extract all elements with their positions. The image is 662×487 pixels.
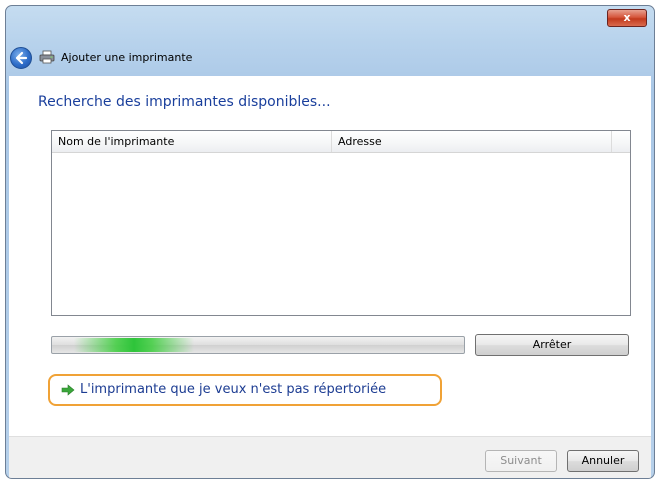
progress-fill: [74, 338, 194, 352]
column-header-filler: [612, 131, 631, 152]
back-button[interactable]: [10, 47, 32, 69]
window-title: Ajouter une imprimante: [61, 51, 193, 64]
printer-icon: [39, 50, 55, 64]
stop-button[interactable]: Arrêter: [475, 334, 629, 356]
printer-not-listed-link[interactable]: L'imprimante que je veux n'est pas réper…: [48, 374, 442, 406]
page-heading: Recherche des imprimantes disponibles...: [38, 94, 331, 110]
printer-not-listed-label[interactable]: L'imprimante que je veux n'est pas réper…: [80, 382, 386, 397]
close-button[interactable]: x: [607, 9, 647, 27]
printer-list[interactable]: Nom de l'imprimante Adresse: [51, 130, 631, 316]
column-header-address[interactable]: Adresse: [332, 131, 612, 152]
wizard-footer: Suivant Annuler: [9, 436, 651, 478]
back-arrow-icon: [15, 51, 28, 65]
search-progress-bar: [51, 336, 465, 354]
list-header: Nom de l'imprimante Adresse: [52, 131, 630, 153]
close-icon: x: [623, 11, 631, 24]
column-header-printer-name[interactable]: Nom de l'imprimante: [52, 131, 332, 152]
cancel-button[interactable]: Annuler: [567, 450, 639, 472]
green-arrow-icon: [61, 384, 75, 396]
next-button[interactable]: Suivant: [485, 450, 557, 472]
wizard-content: Recherche des imprimantes disponibles...…: [9, 76, 651, 436]
header-bar: Ajouter une imprimante: [6, 36, 654, 76]
title-bar: x: [6, 6, 654, 36]
add-printer-window: x Ajouter une imprimante Recherche des i…: [5, 5, 655, 479]
